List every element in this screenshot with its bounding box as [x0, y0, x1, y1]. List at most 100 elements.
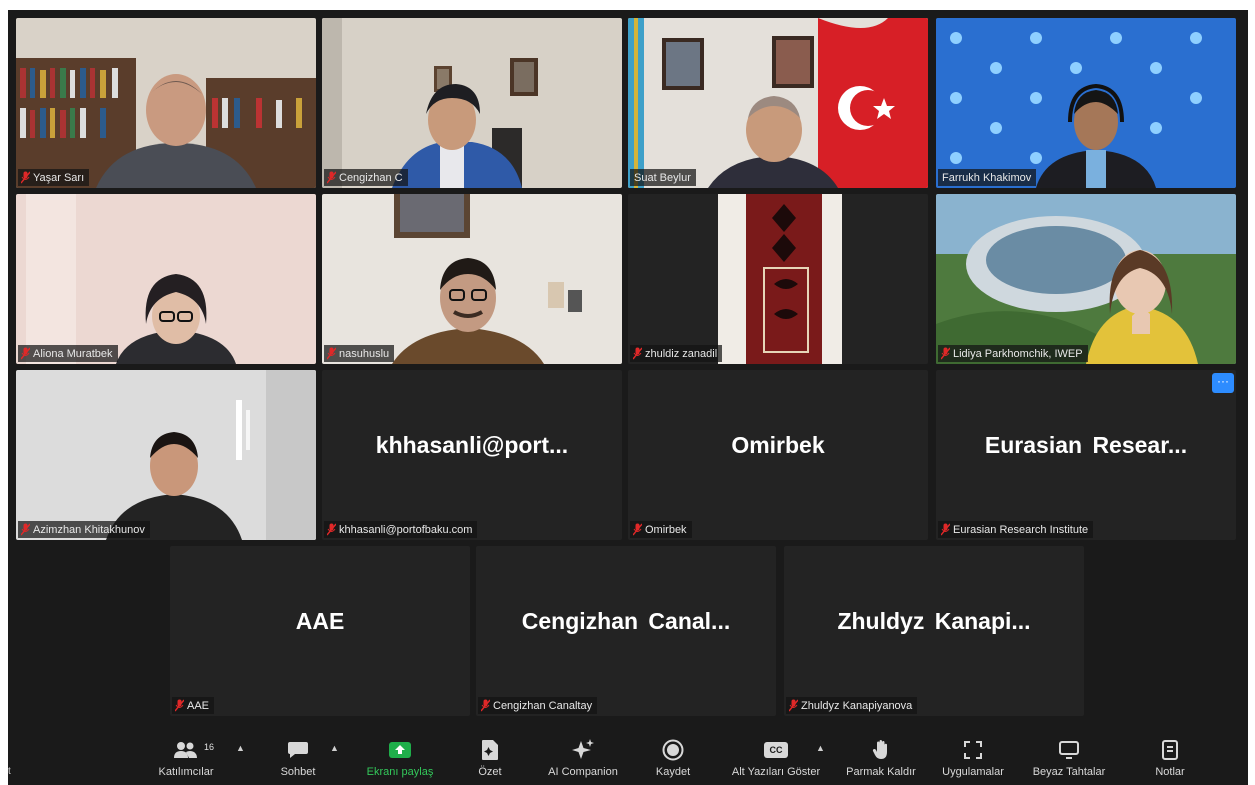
summary-label: Özet [478, 766, 502, 778]
avatar-tile-omirbek[interactable]: Omirbek Omirbek [628, 370, 928, 540]
muted-mic-icon [175, 699, 184, 712]
participant-name: Cengizhan C [339, 171, 403, 184]
muted-mic-icon [21, 347, 30, 360]
participant-name: AAE [187, 699, 210, 712]
captions-icon: CC [764, 735, 788, 765]
participant-name: Omirbek [645, 523, 687, 536]
participant-name: nasuhuslu [339, 347, 390, 360]
summary-button[interactable]: Özet [470, 735, 510, 785]
participant-name-tag: nasuhuslu [324, 345, 395, 362]
muted-mic-icon [21, 523, 30, 536]
participant-name-tag: Azimzhan Khitakhunov [18, 521, 150, 538]
raise-hand-icon [872, 735, 890, 765]
muted-mic-icon [21, 171, 30, 184]
participants-caret-icon[interactable]: ▲ [236, 743, 245, 753]
participant-name: Aliona Muratbek [33, 347, 113, 360]
participant-name-tag: khhasanli@portofbaku.com [324, 521, 478, 538]
ai-sparkle-icon [571, 735, 595, 765]
avatar-tile-zhuldyz-kanapiyanova[interactable]: Zhuldyz Kanapi... Zhuldyz Kanapiyanova [784, 546, 1084, 716]
toolbar-edge-text: t [8, 766, 11, 777]
video-feed [16, 18, 316, 188]
participant-name: Cengizhan Canaltay [493, 699, 593, 712]
participant-name-tag: Aliona Muratbek [18, 345, 118, 362]
record-icon [662, 735, 684, 765]
participant-name: zhuldiz zanadil [645, 347, 718, 360]
participant-name-tag: zhuldiz zanadil [630, 345, 723, 362]
participant-name: Yaşar Sarı [33, 171, 85, 184]
participant-name-tag: Suat Beylur [630, 169, 696, 186]
participants-icon [173, 735, 199, 765]
participant-name: Zhuldyz Kanapiyanova [801, 699, 913, 712]
participant-name: khhasanli@portofbaku.com [339, 523, 473, 536]
chat-icon [287, 735, 309, 765]
zoom-gallery-window: Yaşar Sarı Cengizhan C Suat Beylur Farru… [8, 10, 1248, 785]
summary-icon [481, 735, 499, 765]
video-tile-cengizhan-c[interactable]: Cengizhan C [322, 18, 622, 188]
video-tile-azimzhan-khitakhunov[interactable]: Azimzhan Khitakhunov [16, 370, 316, 540]
apps-button[interactable]: Uygulamalar [934, 735, 1012, 785]
muted-mic-icon [327, 347, 336, 360]
avatar-tile-khhasanli[interactable]: khhasanli@port... khhasanli@portofbaku.c… [322, 370, 622, 540]
video-tile-yasar-sari[interactable]: Yaşar Sarı [16, 18, 316, 188]
participant-display-name: Omirbek [731, 431, 825, 458]
muted-mic-icon [327, 171, 336, 184]
chat-button[interactable]: Sohbet [276, 735, 320, 785]
participant-name-tag: Farrukh Khakimov [938, 169, 1037, 186]
avatar-tile-cengizhan-canaltay[interactable]: Cengizhan Canal... Cengizhan Canaltay [476, 546, 776, 716]
muted-mic-icon [327, 523, 336, 536]
raise-hand-button[interactable]: Parmak Kaldır [838, 735, 924, 785]
video-tile-nasuhuslu[interactable]: nasuhuslu [322, 194, 622, 364]
raise-hand-label: Parmak Kaldır [846, 766, 916, 778]
participant-name: Farrukh Khakimov [942, 171, 1032, 184]
avatar-tile-aae[interactable]: AAE AAE [170, 546, 470, 716]
notes-icon [1161, 735, 1179, 765]
record-button[interactable]: Kaydet [648, 735, 698, 785]
muted-mic-icon [633, 347, 642, 360]
cc-badge: CC [764, 742, 788, 758]
participants-label: Katılımcılar [158, 766, 214, 778]
video-feed [16, 370, 316, 540]
video-tile-zhuldiz-zanadil[interactable]: zhuldiz zanadil [628, 194, 928, 364]
participant-display-name: Zhuldyz Kanapi... [837, 607, 1031, 634]
avatar-tile-eurasian-research-institute[interactable]: ··· Eurasian Resear... Eurasian Research… [936, 370, 1236, 540]
video-feed [322, 18, 622, 188]
muted-mic-icon [481, 699, 490, 712]
participant-name-tag: Eurasian Research Institute [938, 521, 1094, 538]
notes-button[interactable]: Notlar [1148, 735, 1192, 785]
participant-name-tag: Zhuldyz Kanapiyanova [786, 697, 918, 714]
share-screen-label: Ekranı paylaş [366, 766, 434, 778]
whiteboards-label: Beyaz Tahtalar [1032, 766, 1106, 778]
video-feed [322, 194, 622, 364]
record-label: Kaydet [655, 766, 691, 778]
participant-name-tag: AAE [172, 697, 215, 714]
video-feed [16, 194, 316, 364]
video-tile-lidiya-parkhomchik[interactable]: Lidiya Parkhomchik, IWEP [936, 194, 1236, 364]
participant-name: Lidiya Parkhomchik, IWEP [953, 347, 1083, 360]
participant-name: Eurasian Research Institute [953, 523, 1089, 536]
video-tile-farrukh-khakimov[interactable]: Farrukh Khakimov [936, 18, 1236, 188]
participants-count: 16 [204, 742, 215, 752]
participant-display-name: Cengizhan Canal... [521, 607, 731, 634]
captions-caret-icon[interactable]: ▲ [816, 743, 825, 753]
chat-caret-icon[interactable]: ▲ [330, 743, 339, 753]
video-feed [628, 18, 928, 188]
ai-companion-button[interactable]: AI Companion [538, 735, 628, 785]
meeting-toolbar: t Katılımcılar 16 ▲ Sohbet ▲ Ekranı payl… [8, 735, 1248, 785]
show-captions-label: Alt Yazıları Göster [731, 766, 821, 778]
participant-display-name: AAE [295, 607, 345, 634]
participant-name-tag: Yaşar Sarı [18, 169, 90, 186]
chat-label: Sohbet [280, 766, 316, 778]
participant-display-name: khhasanli@port... [375, 431, 569, 458]
participant-name-tag: Cengizhan Canaltay [478, 697, 598, 714]
share-screen-button[interactable]: Ekranı paylaş [358, 735, 442, 785]
whiteboards-button[interactable]: Beyaz Tahtalar [1026, 735, 1112, 785]
share-screen-icon [388, 735, 412, 765]
video-tile-suat-beylur-active-speaker[interactable]: Suat Beylur [628, 18, 928, 188]
muted-mic-icon [789, 699, 798, 712]
video-feed [936, 18, 1236, 188]
video-tile-aliona-muratbek[interactable]: Aliona Muratbek [16, 194, 316, 364]
participant-name-tag: Cengizhan C [324, 169, 408, 186]
muted-mic-icon [941, 523, 950, 536]
participant-name: Suat Beylur [634, 171, 691, 184]
apps-label: Uygulamalar [942, 766, 1004, 778]
